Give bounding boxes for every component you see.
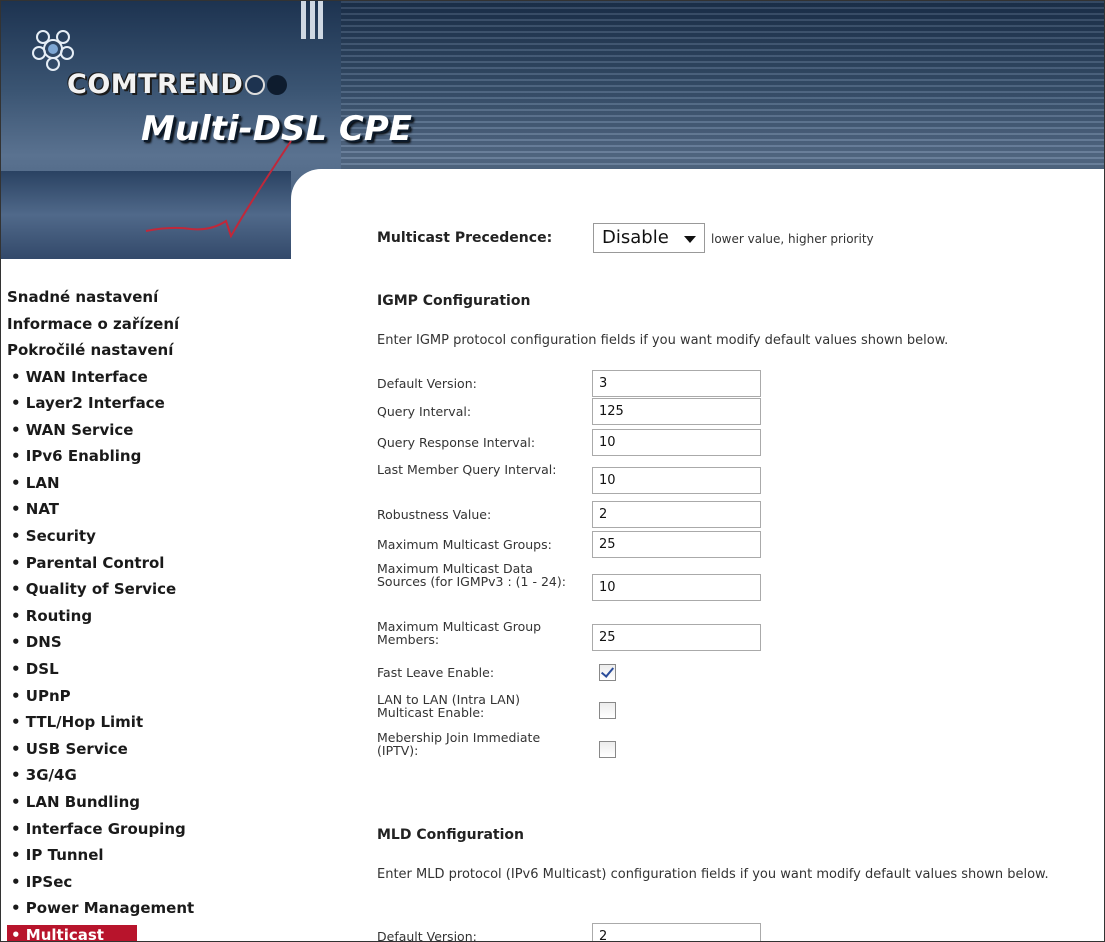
multicast-precedence-row: Multicast Precedence: Disable lower valu… <box>377 223 1097 255</box>
igmp-lan-to-lan-row: LAN to LAN (Intra LAN) Multicast Enable: <box>377 693 1097 733</box>
igmp-robustness-value-row: Robustness Value: 2 <box>377 501 1097 528</box>
mld-default-version-label: Default Version: <box>377 929 477 942</box>
igmp-max-multicast-data-sources-input[interactable]: 10 <box>592 574 761 601</box>
igmp-last-member-query-interval-label: Last Member Query Interval: <box>377 462 557 477</box>
igmp-query-interval-row: Query Interval: 125 <box>377 398 1097 425</box>
sidebar-item-lan[interactable]: • LAN <box>7 470 267 497</box>
igmp-default-version-row: Default Version: 3 <box>377 370 1097 397</box>
sidebar-item-wan-service[interactable]: • WAN Service <box>7 417 267 444</box>
igmp-query-response-interval-input[interactable]: 10 <box>592 429 761 456</box>
igmp-query-response-interval-label: Query Response Interval: <box>377 435 536 450</box>
igmp-default-version-label: Default Version: <box>377 376 477 391</box>
sidebar-item-upnp[interactable]: • UPnP <box>7 683 267 710</box>
igmp-max-multicast-group-members-input[interactable]: 25 <box>592 624 761 651</box>
igmp-lan-to-lan-checkbox[interactable] <box>599 702 616 719</box>
multicast-precedence-select[interactable]: Disable <box>593 223 705 253</box>
sidebar-item-routing[interactable]: • Routing <box>7 603 267 630</box>
banner-stripes <box>341 1 1104 171</box>
flower-logo-icon <box>32 30 74 71</box>
brand-logo-circles <box>245 75 289 99</box>
multicast-precedence-value: Disable <box>602 227 669 248</box>
multicast-precedence-label: Multicast Precedence: <box>377 230 553 246</box>
sidebar-item-quality-of-service[interactable]: • Quality of Service <box>7 576 267 603</box>
igmp-query-interval-input[interactable]: 125 <box>592 398 761 425</box>
mld-section-title: MLD Configuration <box>377 827 524 843</box>
sidebar-item-lan-bundling[interactable]: • LAN Bundling <box>7 789 267 816</box>
sidebar-nav: Snadné nastavení Informace o zařízení Po… <box>7 284 267 941</box>
sidebar-item-layer2-interface[interactable]: • Layer2 Interface <box>7 390 267 417</box>
igmp-membership-join-label: Mebership Join Immediate (IPTV): <box>377 730 541 758</box>
igmp-query-response-interval-row: Query Response Interval: 10 <box>377 429 1097 456</box>
sidebar-item-security[interactable]: • Security <box>7 523 267 550</box>
sidebar-item-easy-setup[interactable]: Snadné nastavení <box>7 284 267 311</box>
mld-description: Enter MLD protocol (IPv6 Multicast) conf… <box>377 867 1049 882</box>
igmp-max-multicast-data-sources-row: Maximum Multicast Data Sources (for IGMP… <box>377 562 1097 614</box>
sidebar-item-interface-grouping[interactable]: • Interface Grouping <box>7 816 267 843</box>
igmp-query-interval-label: Query Interval: <box>377 404 472 419</box>
igmp-membership-join-row: Mebership Join Immediate (IPTV): <box>377 731 1097 771</box>
igmp-robustness-value-input[interactable]: 2 <box>592 501 761 528</box>
igmp-lan-to-lan-label: LAN to LAN (Intra LAN) Multicast Enable: <box>377 692 520 720</box>
page-frame: COMTREND Multi-DSL CPE Snadné nastavení … <box>0 0 1105 942</box>
brand-logo-text: COMTREND <box>67 69 244 100</box>
sidebar-item-device-info[interactable]: Informace o zařízení <box>7 311 267 338</box>
igmp-last-member-query-interval-row: Last Member Query Interval: 10 <box>377 463 1097 497</box>
sidebar-item-nat[interactable]: • NAT <box>7 496 267 523</box>
signal-line-icon <box>145 140 292 239</box>
sidebar-item-wan-interface[interactable]: • WAN Interface <box>7 364 267 391</box>
multicast-precedence-hint: lower value, higher priority <box>711 232 874 246</box>
mld-default-version-row: Default Version: 2 <box>377 923 1097 942</box>
sidebar-item-usb-service[interactable]: • USB Service <box>7 736 267 763</box>
sidebar-item-ttl-hop-limit[interactable]: • TTL/Hop Limit <box>7 709 267 736</box>
sidebar-item-ip-tunnel[interactable]: • IP Tunnel <box>7 842 267 869</box>
igmp-default-version-input[interactable]: 3 <box>592 370 761 397</box>
igmp-fast-leave-label: Fast Leave Enable: <box>377 665 495 680</box>
sidebar-item-advanced-setup[interactable]: Pokročilé nastavení <box>7 337 267 364</box>
header-banner: COMTREND Multi-DSL CPE <box>1 1 1104 259</box>
igmp-section-title: IGMP Configuration <box>377 293 531 309</box>
igmp-robustness-value-label: Robustness Value: <box>377 507 492 522</box>
sidebar-item-dns[interactable]: • DNS <box>7 629 267 656</box>
igmp-max-multicast-group-members-row: Maximum Multicast Group Members: 25 <box>377 620 1097 654</box>
igmp-membership-join-checkbox[interactable] <box>599 741 616 758</box>
igmp-max-multicast-groups-label: Maximum Multicast Groups: <box>377 537 552 552</box>
sidebar-item-dsl[interactable]: • DSL <box>7 656 267 683</box>
igmp-description: Enter IGMP protocol configuration fields… <box>377 333 949 348</box>
sidebar-item-parental-control[interactable]: • Parental Control <box>7 550 267 577</box>
dropdown-arrow-icon <box>684 236 696 243</box>
igmp-max-multicast-groups-row: Maximum Multicast Groups: 25 <box>377 531 1097 558</box>
mld-default-version-input[interactable]: 2 <box>592 923 761 941</box>
sidebar-item-multicast[interactable]: • Multicast <box>7 924 137 941</box>
igmp-last-member-query-interval-input[interactable]: 10 <box>592 467 761 494</box>
igmp-max-multicast-group-members-label: Maximum Multicast Group Members: <box>377 619 542 647</box>
sidebar-item-3g-4g[interactable]: • 3G/4G <box>7 762 267 789</box>
igmp-max-multicast-groups-input[interactable]: 25 <box>592 531 761 558</box>
sidebar-item-ipv6-enabling[interactable]: • IPv6 Enabling <box>7 443 267 470</box>
igmp-max-multicast-data-sources-label: Maximum Multicast Data Sources (for IGMP… <box>377 561 566 589</box>
banner-bars <box>301 1 341 41</box>
igmp-fast-leave-row: Fast Leave Enable: <box>377 661 1097 681</box>
sidebar-item-power-management[interactable]: • Power Management <box>7 895 267 922</box>
igmp-fast-leave-checkbox[interactable] <box>599 664 616 681</box>
sidebar-item-ipsec[interactable]: • IPSec <box>7 869 267 896</box>
